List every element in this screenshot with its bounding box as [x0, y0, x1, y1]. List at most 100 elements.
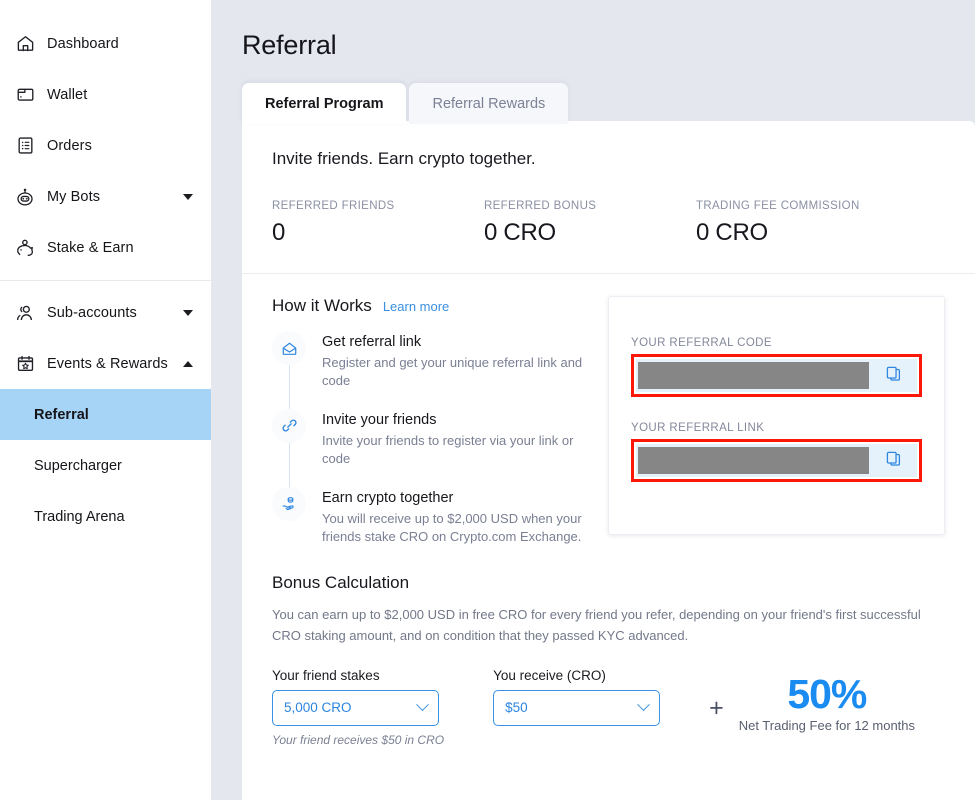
- referral-link-field-row: [636, 444, 917, 477]
- step-text: Invite your friends Invite your friends …: [322, 409, 602, 469]
- sidebar-item-label: Stake & Earn: [47, 239, 134, 256]
- step-description: Invite your friends to register via your…: [322, 432, 574, 467]
- you-receive-value: $50: [505, 700, 528, 716]
- sidebar-item-orders[interactable]: Orders: [0, 120, 211, 171]
- content-area: Referral Referral Program Referral Rewar…: [212, 0, 975, 800]
- link-chain-icon: [272, 408, 306, 443]
- how-it-works-steps-column: How it Works Learn more Get referral lin…: [272, 296, 602, 547]
- step-connector-line: [289, 365, 290, 410]
- sidebar: Dashboard Wallet Orders My Bots Stake & …: [0, 0, 212, 800]
- how-it-works-section: How it Works Learn more Get referral lin…: [272, 296, 945, 547]
- referral-link-input[interactable]: [638, 447, 869, 474]
- sidebar-item-supercharger[interactable]: Supercharger: [0, 440, 211, 491]
- friend-stakes-field: Your friend stakes 5,000 CRO Your friend…: [272, 668, 444, 747]
- referral-link-highlight-box: [631, 439, 922, 482]
- referral-code-highlight-box: [631, 354, 922, 397]
- stat-referred-friends: REFERRED FRIENDS 0: [272, 200, 484, 247]
- sidebar-divider: [0, 280, 211, 281]
- sidebar-item-trading-arena[interactable]: Trading Arena: [0, 491, 211, 542]
- step-item: Earn crypto together You will receive up…: [272, 486, 602, 547]
- referral-code-input[interactable]: [638, 362, 869, 389]
- page-title: Referral: [242, 30, 337, 60]
- chevron-down-icon[interactable]: [183, 309, 193, 316]
- stat-label: REFERRED FRIENDS: [272, 200, 395, 212]
- copy-referral-link-button[interactable]: [869, 450, 917, 472]
- sidebar-item-label: Events & Rewards: [47, 355, 168, 372]
- sidebar-subitem-label: Supercharger: [34, 457, 122, 474]
- learn-more-link[interactable]: Learn more: [383, 299, 449, 314]
- bonus-calculator-row: Your friend stakes 5,000 CRO Your friend…: [272, 668, 945, 747]
- chevron-up-icon[interactable]: [183, 360, 193, 367]
- hand-coins-icon: [272, 486, 306, 521]
- step-text: Get referral link Register and get your …: [322, 331, 602, 391]
- bonus-calculation-title: Bonus Calculation: [272, 572, 410, 592]
- sidebar-item-dashboard[interactable]: Dashboard: [0, 18, 211, 69]
- app-root: Dashboard Wallet Orders My Bots Stake & …: [0, 0, 975, 800]
- step-description: Register and get your unique referral li…: [322, 355, 583, 389]
- piggy-bank-icon: [12, 235, 38, 261]
- sidebar-item-stake-and-earn[interactable]: Stake & Earn: [0, 222, 211, 273]
- calendar-star-icon: [12, 351, 38, 377]
- copy-icon: [885, 365, 902, 387]
- stat-value: 0: [272, 219, 286, 246]
- bonus-calculation-section: Bonus Calculation You can earn up to $2,…: [272, 573, 945, 747]
- stat-trading-fee-commission: TRADING FEE COMMISSION 0 CRO: [696, 200, 860, 247]
- users-icon: [12, 300, 38, 326]
- friend-stakes-select[interactable]: 5,000 CRO: [272, 689, 439, 726]
- step-description: You will receive up to $2,000 USD when y…: [322, 510, 582, 545]
- stat-value: 0 CRO: [696, 219, 768, 246]
- how-it-works-title: How it Works: [272, 296, 372, 315]
- stats-row: REFERRED FRIENDS 0 REFERRED BONUS 0 CRO …: [272, 200, 945, 247]
- steps-list: Get referral link Register and get your …: [272, 331, 602, 547]
- how-it-works-header: How it Works Learn more: [272, 296, 602, 316]
- chevron-down-icon: [637, 698, 650, 712]
- sidebar-item-label: My Bots: [47, 188, 101, 205]
- sidebar-subitem-label: Referral: [34, 406, 89, 423]
- you-receive-select[interactable]: $50: [493, 689, 661, 726]
- bonus-calculation-description: You can earn up to $2,000 USD in free CR…: [272, 606, 921, 643]
- referral-code-field-row: [636, 359, 917, 392]
- chevron-down-icon: [416, 698, 429, 712]
- step-item: Get referral link Register and get your …: [272, 331, 602, 410]
- sidebar-subitem-label: Trading Arena: [34, 508, 125, 525]
- copy-referral-code-button[interactable]: [869, 365, 917, 387]
- home-icon: [12, 31, 38, 57]
- sidebar-item-label: Orders: [47, 137, 92, 154]
- wallet-icon: [12, 82, 38, 108]
- sidebar-item-label: Dashboard: [47, 35, 119, 52]
- trading-fee-caption: Net Trading Fee for 12 months: [738, 718, 916, 734]
- sidebar-item-events-and-rewards[interactable]: Events & Rewards: [0, 338, 211, 389]
- stat-label: REFERRED BONUS: [484, 200, 597, 212]
- plus-sign: +: [709, 693, 724, 722]
- stat-value: 0 CRO: [484, 219, 556, 246]
- sidebar-item-my-bots[interactable]: My Bots: [0, 171, 211, 222]
- copy-icon: [885, 450, 902, 472]
- referral-code-card: YOUR REFERRAL CODE YOUR REFERRAL LINK: [608, 296, 945, 535]
- tab-referral-rewards[interactable]: Referral Rewards: [409, 83, 569, 124]
- trading-fee-block: 50% Net Trading Fee for 12 months: [738, 668, 916, 734]
- chevron-down-icon[interactable]: [183, 193, 193, 200]
- step-item: Invite your friends Invite your friends …: [272, 408, 602, 488]
- step-title: Invite your friends: [322, 411, 437, 428]
- step-title: Earn crypto together: [322, 489, 454, 506]
- step-text: Earn crypto together You will receive up…: [322, 487, 602, 547]
- referral-link-label: YOUR REFERRAL LINK: [631, 422, 765, 434]
- tab-referral-program[interactable]: Referral Program: [242, 83, 407, 124]
- you-receive-label: You receive (CRO): [493, 667, 606, 683]
- step-connector-line: [289, 442, 290, 488]
- friend-stakes-label: Your friend stakes: [272, 667, 380, 683]
- orders-list-icon: [12, 133, 38, 159]
- stat-referred-bonus: REFERRED BONUS 0 CRO: [484, 200, 696, 247]
- sidebar-item-label: Wallet: [47, 86, 88, 103]
- referral-code-label: YOUR REFERRAL CODE: [631, 337, 772, 349]
- friend-stakes-value: 5,000 CRO: [284, 700, 352, 716]
- sidebar-item-sub-accounts[interactable]: Sub-accounts: [0, 287, 211, 338]
- sidebar-item-wallet[interactable]: Wallet: [0, 69, 211, 120]
- robot-icon: [12, 184, 38, 210]
- friend-receives-note: Your friend receives $50 in CRO: [272, 732, 445, 747]
- tab-bar: Referral Program Referral Rewards: [242, 83, 975, 124]
- section-divider: [242, 273, 975, 274]
- sidebar-item-label: Sub-accounts: [47, 304, 137, 321]
- sidebar-item-referral[interactable]: Referral: [0, 389, 211, 440]
- referral-program-panel: Invite friends. Earn crypto together. RE…: [242, 121, 975, 800]
